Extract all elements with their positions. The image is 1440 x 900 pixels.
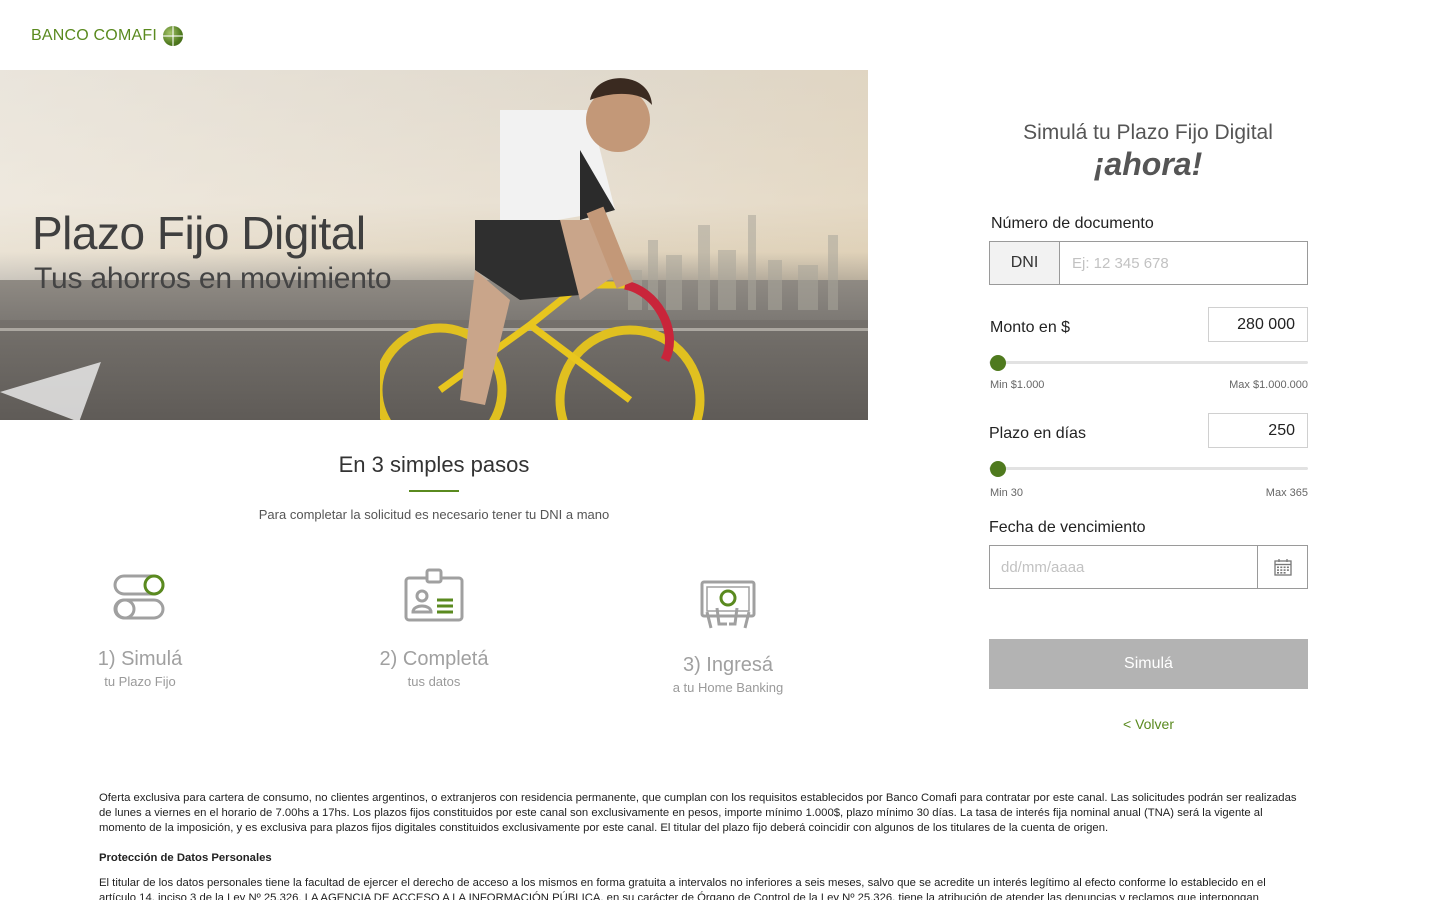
document-number-input[interactable]: [1060, 242, 1307, 284]
due-date-label: Fecha de vencimiento: [989, 519, 1146, 536]
money-hand-icon: [700, 580, 756, 629]
step-title: 1) Simulá: [97, 648, 183, 670]
amount-label: Monto en $: [990, 319, 1071, 336]
back-link[interactable]: < Volver: [989, 716, 1308, 732]
calendar-icon: [1273, 559, 1292, 576]
term-input[interactable]: [1208, 413, 1308, 448]
term-slider-track[interactable]: [989, 467, 1308, 470]
term-label: Plazo en días: [989, 425, 1086, 442]
term-slider-handle[interactable]: [990, 461, 1006, 477]
toggle-icon: [113, 574, 165, 620]
brand-name: BANCO COMAFI: [31, 27, 157, 44]
document-label: Número de documento: [991, 215, 1154, 232]
step-title: 2) Completá: [379, 648, 489, 670]
form-title-emphasis: ¡ahora!: [1093, 146, 1203, 182]
amount-max-label: Max $1.000.000: [1229, 379, 1308, 391]
steps-note: Para completar la solicitud es necesario…: [258, 507, 610, 522]
step-title: 3) Ingresá: [682, 654, 774, 676]
step-simula: 1) Simulá tu Plazo Fijo: [40, 568, 240, 689]
hero-subtitle: Tus ahorros en movimiento: [34, 262, 392, 295]
due-date-input[interactable]: [990, 546, 1257, 588]
step-completa: 2) Completá tus datos: [334, 568, 534, 689]
hero-title: Plazo Fijo Digital: [32, 207, 366, 259]
data-protection-text: El titular de los datos personales tiene…: [99, 877, 1266, 900]
amount-min-label: Min $1.000: [990, 379, 1045, 391]
simulate-button[interactable]: Simulá: [989, 639, 1308, 689]
heading-underline: [409, 490, 459, 492]
amount-slider-handle[interactable]: [990, 355, 1006, 371]
cyclist-illustration: [380, 78, 705, 420]
brand-logo[interactable]: BANCO COMAFI: [31, 26, 183, 46]
globe-icon: [162, 26, 183, 46]
term-min-label: Min 30: [990, 487, 1024, 499]
step-subtitle: a tu Home Banking: [672, 680, 784, 695]
data-protection-heading: Protección de Datos Personales: [99, 852, 272, 864]
step-ingresa: 3) Ingresá a tu Home Banking: [628, 568, 828, 695]
step-subtitle: tus datos: [407, 674, 461, 689]
hero-banner: Plazo Fijo Digital Tus ahorros en movimi…: [0, 70, 868, 420]
amount-slider-track[interactable]: [989, 361, 1308, 364]
document-field: DNI: [989, 241, 1308, 285]
calendar-button[interactable]: [1257, 546, 1307, 588]
id-card-icon: [404, 568, 464, 622]
step-subtitle: tu Plazo Fijo: [104, 674, 176, 689]
steps-heading: En 3 simples pasos: [338, 452, 530, 477]
amount-input[interactable]: [1208, 307, 1308, 342]
form-title: Simulá tu Plazo Fijo Digital: [1023, 121, 1273, 144]
offer-legal-text: Oferta exclusiva para cartera de consumo…: [99, 792, 1297, 834]
term-max-label: Max 365: [1265, 487, 1308, 499]
document-type-prefix[interactable]: DNI: [990, 242, 1060, 284]
due-date-field: [989, 545, 1308, 589]
